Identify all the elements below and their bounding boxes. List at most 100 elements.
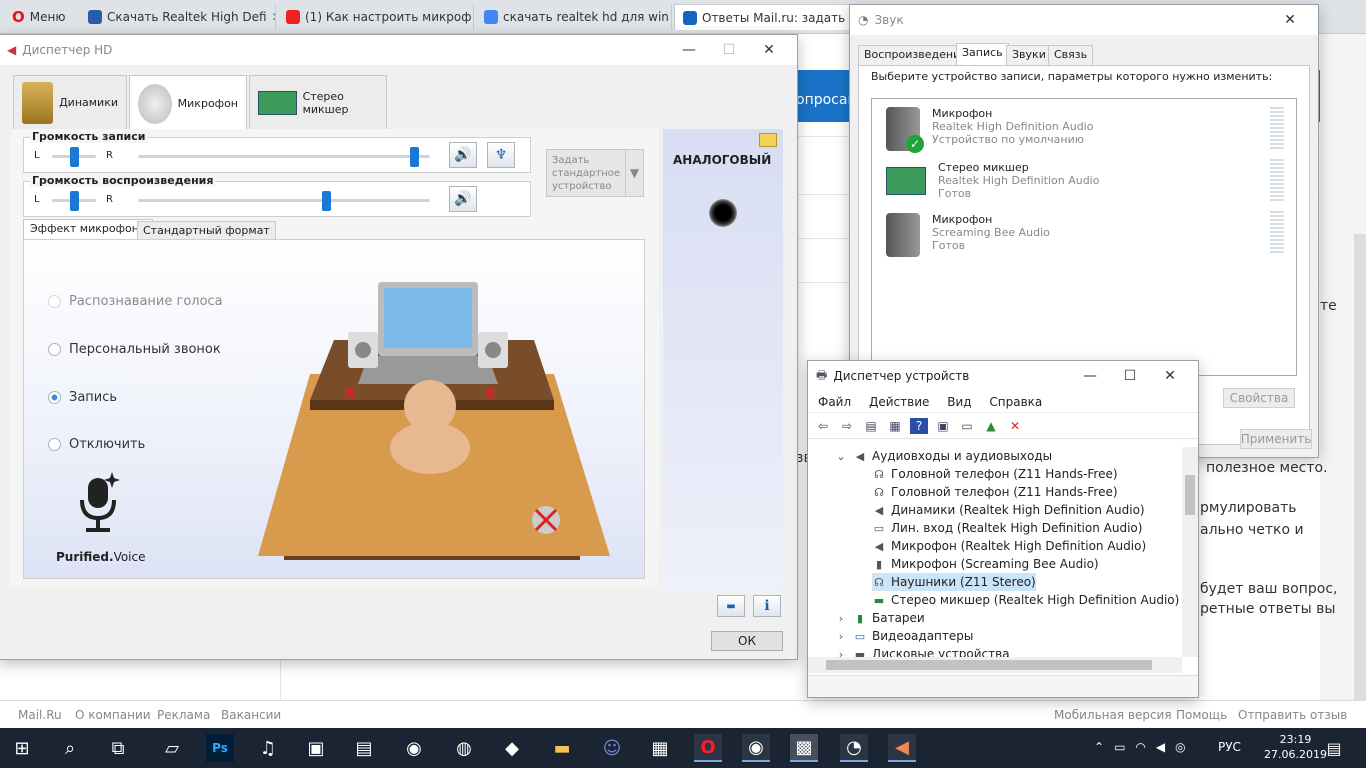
device-manager-title-bar[interactable]: 🖶 Диспетчер устройств — ☐ ✕ [808, 361, 1198, 391]
back-arrow-icon[interactable]: ⇦ [814, 418, 832, 434]
clock[interactable]: 23:19 27.06.2019 [1264, 732, 1327, 762]
set-default-device-button[interactable]: Задать стандартное устройство ▼ [546, 149, 644, 197]
tree-item[interactable]: ▬ Стерео микшер (Realtek High Definition … [872, 591, 1180, 609]
info-button[interactable]: ℹ [753, 595, 781, 617]
record-volume-thumb[interactable] [409, 147, 419, 167]
radio-disable[interactable]: Отключить [48, 437, 145, 452]
photo-app-icon[interactable]: ▤ [350, 734, 378, 762]
tree-item[interactable]: ◀ Микрофон (Realtek High Definition Audio… [872, 537, 1146, 555]
tab-stereo-mixer[interactable]: Стерео микшер [249, 75, 387, 129]
footer-link[interactable]: Мобильная версия [1054, 708, 1172, 722]
menu-view[interactable]: Вид [947, 395, 971, 409]
maximize-button[interactable]: ☐ [709, 42, 749, 58]
sound-taskbar-icon[interactable]: ◔ [840, 734, 868, 762]
tree-item[interactable]: ◀ Динамики (Realtek High Definition Audio… [872, 501, 1145, 519]
close-button[interactable]: ✕ [749, 42, 789, 58]
radio-voice-recognition[interactable]: Распознавание голоса [48, 294, 223, 309]
footer-link[interactable]: О компании [75, 708, 151, 722]
tree-category-display-adapters[interactable]: › ▭ Видеоадаптеры [834, 627, 974, 645]
tree-item[interactable]: ▭ Лин. вход (Realtek High Definition Audi… [872, 519, 1143, 537]
tree-item-selected[interactable]: ☊ Наушники (Z11 Stereo) [872, 573, 1036, 591]
notifications-icon[interactable]: ▤ [1320, 734, 1348, 762]
tray-battery-icon[interactable]: ▭ [1114, 740, 1125, 754]
update-driver-icon[interactable]: ▦ [886, 418, 904, 434]
tab-microphone[interactable]: Микрофон [129, 75, 247, 131]
hd-title-bar[interactable]: ◀ Диспетчер HD — ☐ ✕ [0, 35, 797, 65]
device-row[interactable]: ✓ Микрофон Realtek High Definition Audio У… [886, 107, 1093, 153]
mic-boost-button[interactable]: ♆ [487, 142, 515, 168]
steam-icon[interactable]: ◉ [400, 734, 428, 762]
uninstall-icon[interactable]: ✕ [1006, 418, 1024, 434]
record-balance-thumb[interactable] [70, 147, 79, 167]
photoshop-icon[interactable]: Ps [206, 734, 234, 762]
close-button[interactable]: ✕ [1270, 12, 1310, 28]
browser-tab-1[interactable]: Скачать Realtek High Defi ✕ [80, 4, 276, 30]
settings-button[interactable]: ▬ [717, 595, 745, 617]
apply-button[interactable]: Применить [1240, 429, 1312, 449]
globe-icon[interactable]: ◍ [450, 734, 478, 762]
scrollbar-thumb[interactable] [826, 660, 1152, 670]
page-scrollbar[interactable] [1320, 34, 1366, 728]
footer-link[interactable]: Вакансии [221, 708, 281, 722]
itunes-icon[interactable]: ♫ [254, 734, 282, 762]
app-icon[interactable]: ▱ [158, 734, 186, 762]
browser-tab-2[interactable]: (1) Как настроить микроф ✕ [278, 4, 474, 30]
recording-device-list[interactable]: ✓ Микрофон Realtek High Definition Audio У… [871, 98, 1297, 376]
browser-tab-4[interactable]: Ответы Mail.ru: задать воп [674, 4, 854, 30]
minimize-button[interactable]: — [669, 42, 709, 58]
tree-item[interactable]: ☊ Головной телефон (Z11 Hands-Free) [872, 483, 1117, 501]
menu-help[interactable]: Справка [989, 395, 1042, 409]
playback-mute-button[interactable]: 🔊 [449, 186, 477, 212]
radio-recording[interactable]: Запись [48, 390, 117, 405]
task-view-icon[interactable]: ⧉ [104, 734, 132, 762]
tab-speakers[interactable]: Динамики [13, 75, 127, 129]
footer-link[interactable]: Помощь [1176, 708, 1227, 722]
video-editor-icon[interactable]: ▣ [302, 734, 330, 762]
device-row[interactable]: Стерео микшер Realtek High Definition Aud… [886, 161, 1099, 200]
search-icon[interactable]: ⌕ [56, 734, 84, 762]
radio-personal-call[interactable]: Персональный звонок [48, 342, 221, 357]
menu-file[interactable]: Файл [818, 395, 851, 409]
cube-app-icon[interactable]: ▦ [646, 734, 674, 762]
properties-button[interactable]: Свойства [1223, 388, 1295, 408]
android-icon[interactable]: ◆ [498, 734, 526, 762]
browser-tab-3[interactable]: скачать realtek hd для win ✕ [476, 4, 672, 30]
add-driver-icon[interactable]: ▲ [982, 418, 1000, 434]
monitor-icon[interactable]: ▭ [958, 418, 976, 434]
footer-link[interactable]: Mail.Ru [18, 708, 62, 722]
maximize-button[interactable]: ☐ [1110, 368, 1150, 384]
record-mute-button[interactable]: 🔊 [449, 142, 477, 168]
tab-communications[interactable]: Связь [1048, 45, 1094, 65]
tree-item[interactable]: ☊ Головной телефон (Z11 Hands-Free) [872, 465, 1117, 483]
device-row[interactable]: Микрофон Screaming Bee Audio Готов [886, 213, 1050, 257]
tree-category-batteries[interactable]: › ▮ Батареи [834, 609, 925, 627]
file-explorer-icon[interactable]: ▬ [548, 734, 576, 762]
playback-balance-thumb[interactable] [70, 191, 79, 211]
tree-item[interactable]: ▮ Микрофон (Screaming Bee Audio) [872, 555, 1099, 573]
properties-icon[interactable]: ▤ [862, 418, 880, 434]
tray-chevron-icon[interactable]: ⌃ [1094, 740, 1104, 754]
help-icon[interactable]: ? [910, 417, 928, 434]
sound-title-bar[interactable]: ◔ Звук ✕ [850, 5, 1318, 35]
ok-button[interactable]: ОК [711, 631, 783, 651]
scrollbar-thumb[interactable] [1185, 475, 1195, 515]
tray-network-icon[interactable]: ◠ [1135, 740, 1145, 754]
device-manager-taskbar-icon[interactable]: ▩ [790, 734, 818, 762]
steam-running-icon[interactable]: ◉ [742, 734, 770, 762]
language-indicator[interactable]: РУС [1218, 740, 1241, 754]
close-tab-icon[interactable]: ✕ [272, 10, 275, 24]
scan-icon[interactable]: ▣ [934, 418, 952, 434]
tab-sounds[interactable]: Звуки [1006, 45, 1052, 65]
tray-volume-icon[interactable]: ◀ [1156, 740, 1165, 754]
tree-category-disk-drives[interactable]: › ▬ Дисковые устройства [834, 645, 1010, 657]
vertical-scrollbar[interactable] [1182, 447, 1198, 657]
browser-menu-button[interactable]: O Меню [4, 4, 76, 30]
close-button[interactable]: ✕ [1150, 368, 1190, 384]
discord-icon[interactable]: ☺ [598, 734, 626, 762]
opera-browser-icon[interactable]: O [694, 734, 722, 762]
hd-manager-taskbar-icon[interactable]: ◀ [888, 734, 916, 762]
footer-link[interactable]: Реклама [157, 708, 210, 722]
tray-wifi-icon[interactable]: ◎ [1175, 740, 1185, 754]
playback-volume-thumb[interactable] [321, 191, 331, 211]
menu-action[interactable]: Действие [869, 395, 929, 409]
